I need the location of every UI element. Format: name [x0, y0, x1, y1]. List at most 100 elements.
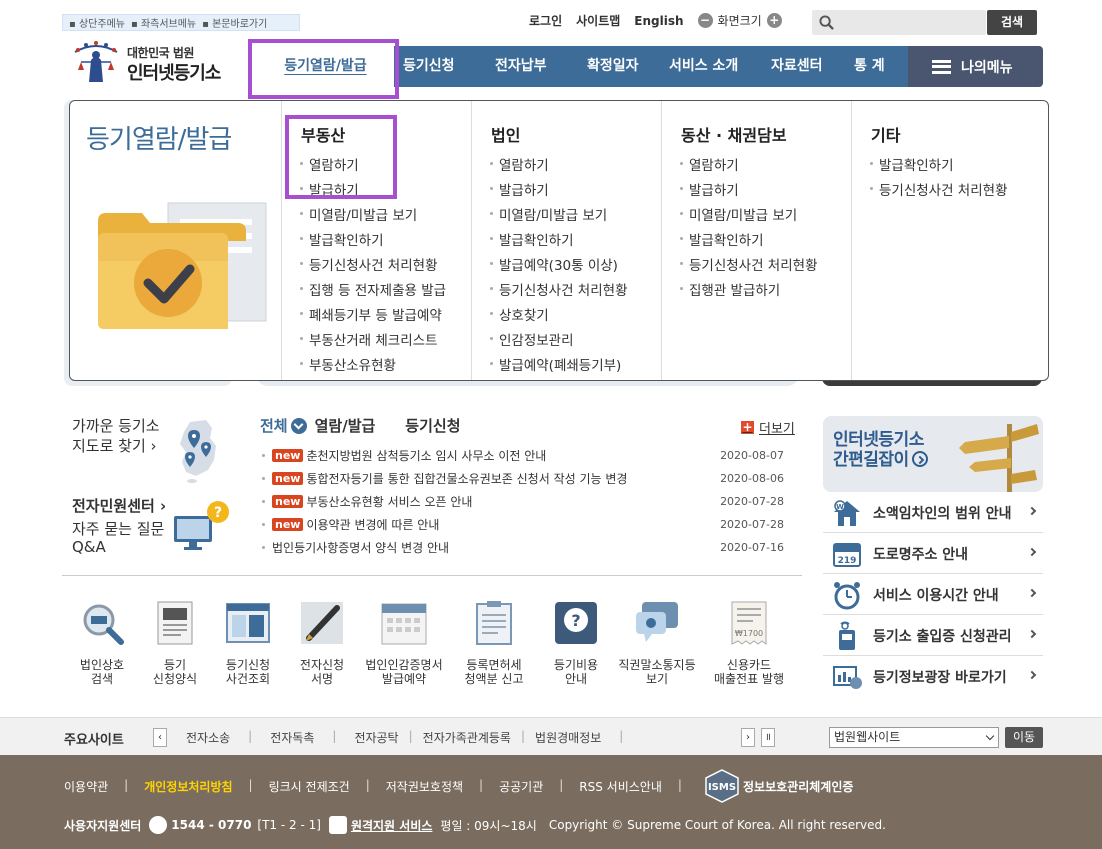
footer-link-rss[interactable]: RSS 서비스안내: [579, 778, 662, 795]
service-registry-forms[interactable]: 등기 신청양식: [135, 592, 215, 686]
service-e-sign[interactable]: 전자신청 서명: [282, 592, 362, 686]
english-link[interactable]: English: [634, 14, 683, 28]
menu-item-etc-status[interactable]: 등기신청사건 처리현황: [870, 176, 1008, 201]
service-case-lookup[interactable]: 등기신청 사건조회: [208, 592, 288, 686]
site-link[interactable]: 전자독촉: [270, 729, 314, 746]
menu-item-corp-reserve-30[interactable]: 발급예약(30통 이상): [490, 251, 628, 276]
right-link-info-square[interactable]: 등기정보광장 바로가기: [823, 657, 1043, 697]
footer-link-terms[interactable]: 이용약관: [64, 778, 108, 795]
news-item[interactable]: new 이용약관 변경에 따른 안내 2020-07-28: [262, 513, 794, 536]
court-site-select[interactable]: 법원웹사이트: [829, 727, 999, 748]
menu-item-real-estate-status[interactable]: 등기신청사건 처리현황: [300, 251, 446, 276]
menu-item-movables-bailiff[interactable]: 집행관 발급하기: [680, 276, 818, 301]
skip-link-content[interactable]: ▪ 본문바로가기: [202, 15, 267, 30]
zoom-out-icon[interactable]: −: [697, 13, 713, 28]
faq-link[interactable]: 자주 묻는 질문 Q&A: [72, 520, 164, 556]
menu-item-movables-verify[interactable]: 발급확인하기: [680, 226, 818, 251]
right-link-service-hours[interactable]: 서비스 이용시간 안내: [823, 575, 1043, 615]
folder-check-icon: [98, 202, 267, 329]
menu-item-movables-status[interactable]: 등기신청사건 처리현황: [680, 251, 818, 276]
menu-item-corp-verify[interactable]: 발급확인하기: [490, 226, 628, 251]
footer-link-public[interactable]: 공공기관: [499, 778, 543, 795]
right-link-small-tenant[interactable]: W 소액임차인의 범위 안내: [823, 493, 1043, 533]
new-badge: new: [272, 472, 304, 485]
zoom-in-icon[interactable]: +: [766, 13, 782, 28]
login-link[interactable]: 로그인: [529, 12, 562, 29]
search-button[interactable]: 검색: [987, 10, 1037, 35]
service-license-tax[interactable]: 등록면허세 청액분 신고: [454, 592, 534, 686]
menu-item-corp-closed-reserve[interactable]: 발급예약(폐쇄등기부): [490, 351, 628, 376]
nav-e-payment[interactable]: 전자납부: [495, 46, 547, 87]
my-menu-button[interactable]: 나의메뉴: [908, 46, 1043, 87]
prev-arrow-icon[interactable]: ‹: [153, 728, 167, 747]
menu-item-real-estate-ownership[interactable]: 부동산소유현황: [300, 351, 446, 376]
menu-item-corp-name-search[interactable]: 상호찾기: [490, 301, 628, 326]
service-registry-cost[interactable]: ? 등기비용 안내: [536, 592, 616, 686]
e-civil-center-link[interactable]: 전자민원센터 ›: [72, 495, 166, 516]
service-corp-name-search[interactable]: 법인상호 검색: [62, 592, 142, 686]
menu-item-corp-status[interactable]: 등기신청사건 처리현황: [490, 276, 628, 301]
right-link-access-pass[interactable]: 등기소 출입증 신청관리: [823, 616, 1043, 656]
site-link[interactable]: 법원경매정보: [535, 729, 601, 746]
service-card-receipt[interactable]: ₩1700 신용카드 매출전표 발행: [709, 592, 789, 686]
right-link-label: 도로명주소 안내: [873, 546, 969, 563]
sitemap-link[interactable]: 사이트맵: [576, 12, 620, 29]
site-link[interactable]: 전자공탁: [354, 729, 398, 746]
address-plate-icon: 219: [833, 542, 861, 567]
site-link[interactable]: 전자가족관계등록: [423, 729, 511, 746]
menu-item-corp-view[interactable]: 열람하기: [490, 151, 628, 176]
menu-item-etc-verify[interactable]: 발급확인하기: [870, 151, 1008, 176]
footer-link-privacy[interactable]: 개인정보처리방침: [144, 778, 232, 795]
menu-item-real-estate-e-submit[interactable]: 집행 등 전자제출용 발급: [300, 276, 446, 301]
logo[interactable]: 대한민국 법원 인터넷등기소: [69, 38, 239, 86]
nav-fixed-date[interactable]: 확정일자: [587, 46, 639, 87]
pause-icon[interactable]: ॥: [761, 728, 775, 747]
news-item[interactable]: 법인등기사항증명서 양식 변경 안내 2020-07-16: [262, 536, 794, 559]
service-cancel-notice[interactable]: 직권말소통지등 보기: [617, 592, 697, 686]
chevron-down-icon[interactable]: [290, 417, 307, 434]
footer-link-copyright[interactable]: 저작권보호정책: [386, 778, 463, 795]
site-link[interactable]: 전자소송: [186, 729, 230, 746]
news-item[interactable]: new 통합전자등기를 통한 집합건물소유권보존 신청서 작성 기능 변경 2020…: [262, 467, 794, 490]
right-link-label: 소액임차인의 범위 안내: [873, 505, 1012, 522]
easy-guide-banner[interactable]: 인터넷등기소 간편길잡이: [823, 416, 1043, 492]
nav-service-intro[interactable]: 서비스 소개: [669, 46, 738, 87]
tab-apply[interactable]: 등기신청: [405, 415, 460, 436]
menu-item-real-estate-closed-reserve[interactable]: 폐쇄등기부 등 발급예약: [300, 301, 446, 326]
menu-item-movables-issue[interactable]: 발급하기: [680, 176, 818, 201]
guide-line2: 간편길잡이: [833, 450, 928, 470]
skip-link-top-menu[interactable]: ▪ 상단주메뉴: [69, 15, 125, 30]
menu-item-corp-unviewed[interactable]: 미열람/미발급 보기: [490, 201, 628, 226]
tab-all[interactable]: 전체: [260, 415, 288, 436]
window-list-icon: [226, 603, 270, 643]
news-item[interactable]: new 부동산소유현황 서비스 오픈 안내 2020-07-28: [262, 490, 794, 513]
nav-registry-apply[interactable]: 등기신청: [403, 46, 455, 87]
my-menu-label: 나의메뉴: [961, 59, 1013, 76]
mega-menu-dropdown: 등기열람/발급 부동산 열람하기 발급하기 미열람/미발급 보기 발급확인하기 …: [69, 100, 1049, 381]
isms-badge-icon: ISMS: [705, 769, 739, 803]
service-seal-reserve[interactable]: 법인인감증명서 발급예약: [364, 592, 444, 686]
right-link-road-address[interactable]: 219 도로명주소 안내: [823, 534, 1043, 574]
support-phone-ext: [T1 - 2 - 1]: [257, 818, 321, 832]
news-more-link[interactable]: + 더보기: [741, 418, 795, 437]
next-arrow-icon[interactable]: ›: [741, 728, 755, 747]
menu-item-real-estate-verify[interactable]: 발급확인하기: [300, 226, 446, 251]
skip-link-side-menu[interactable]: ▪ 좌측서브메뉴: [131, 15, 196, 30]
tab-view-issue[interactable]: 열람/발급: [315, 415, 376, 436]
remote-support-link[interactable]: 원격지원 서비스: [351, 817, 432, 834]
map-search-link[interactable]: 가까운 등기소 지도로 찾기 ›: [72, 416, 160, 456]
column-title-etc: 기타: [871, 126, 901, 145]
nav-data-center[interactable]: 자료센터: [771, 46, 823, 87]
news-item[interactable]: new 춘천지방법원 삼척등기소 임시 사무소 이전 안내 2020-08-07: [262, 444, 794, 467]
nav-statistics[interactable]: 통 계: [854, 46, 885, 87]
menu-item-real-estate-unviewed[interactable]: 미열람/미발급 보기: [300, 201, 446, 226]
menu-item-corp-seal[interactable]: 인감정보관리: [490, 326, 628, 351]
menu-item-real-estate-checklist[interactable]: 부동산거래 체크리스트: [300, 326, 446, 351]
search-input[interactable]: [840, 12, 980, 33]
menu-item-movables-unviewed[interactable]: 미열람/미발급 보기: [680, 201, 818, 226]
go-button[interactable]: 이동: [1005, 727, 1043, 748]
chart-monitor-icon: [833, 666, 862, 689]
footer-link-link-policy[interactable]: 링크시 전제조건: [269, 778, 350, 795]
menu-item-movables-view[interactable]: 열람하기: [680, 151, 818, 176]
menu-item-corp-issue[interactable]: 발급하기: [490, 176, 628, 201]
